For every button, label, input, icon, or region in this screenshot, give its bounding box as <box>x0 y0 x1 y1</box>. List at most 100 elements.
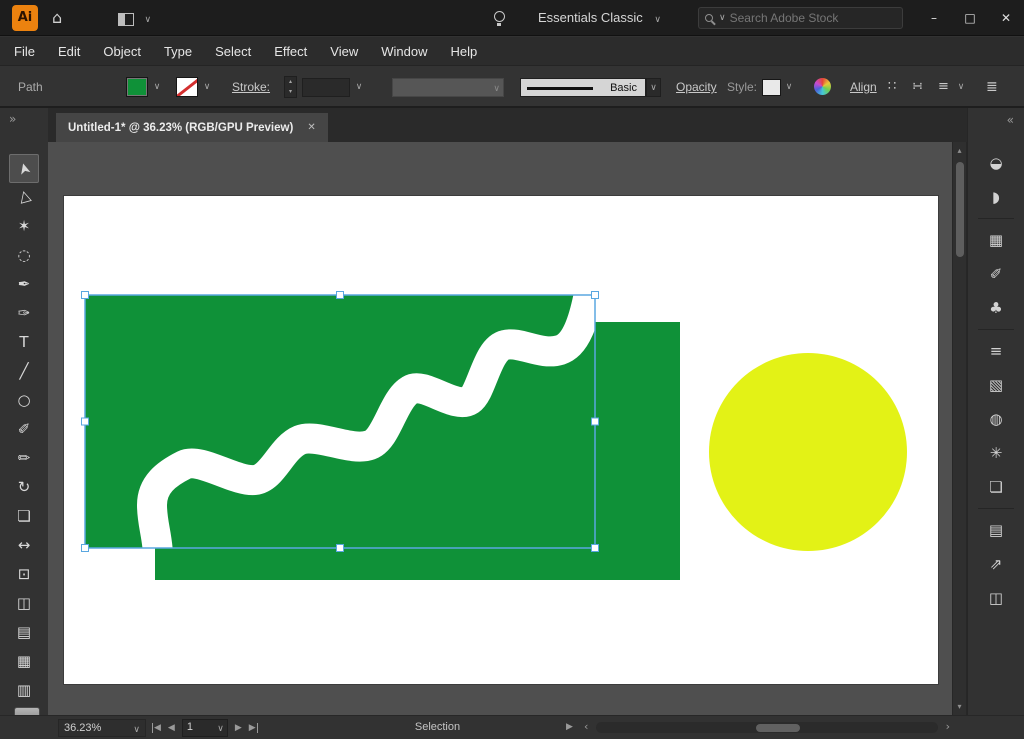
vertical-scrollbar[interactable]: ▴ ▾ <box>952 142 967 715</box>
selection-tool[interactable]: ➤ <box>9 154 39 183</box>
gradient-panel-icon[interactable]: ▧ <box>968 368 1024 402</box>
minimize-button[interactable]: – <box>916 0 952 36</box>
perspective-grid-tool[interactable]: ▤ <box>9 618 39 647</box>
stroke-chevron-icon[interactable]: ∨ <box>200 77 214 97</box>
toolbar-expand-control[interactable]: » <box>0 108 48 142</box>
arrange-documents-icon[interactable]: ∨ <box>118 11 151 29</box>
selection-handle[interactable] <box>82 418 89 425</box>
stroke-weight-stepper[interactable]: ▴ ▾ <box>284 76 297 98</box>
curvature-tool[interactable]: ✑ <box>9 299 39 328</box>
align-panel-link[interactable]: Align <box>850 80 877 94</box>
previous-artboard-icon[interactable]: ◀ <box>168 723 175 733</box>
mesh-tool[interactable]: ▦ <box>9 647 39 676</box>
graphic-styles-panel-icon[interactable]: ❏ <box>968 470 1024 504</box>
selection-handle[interactable] <box>82 545 89 552</box>
width-profile-dropdown[interactable]: ∨ <box>392 78 504 97</box>
menu-file[interactable]: File <box>14 44 48 59</box>
scroll-left-icon[interactable]: ‹ <box>584 720 588 733</box>
zoom-level-dropdown[interactable]: 36.23% ∨ <box>58 719 146 737</box>
menu-object[interactable]: Object <box>103 44 154 59</box>
close-button[interactable]: ✕ <box>988 0 1024 36</box>
vertical-scroll-thumb[interactable] <box>956 162 964 257</box>
width-tool[interactable]: ↔ <box>9 531 39 560</box>
search-input[interactable] <box>730 11 896 25</box>
align-objects-icon[interactable]: ∷ <box>888 79 896 94</box>
document-tab[interactable]: Untitled-1* @ 36.23% (RGB/GPU Preview) ✕ <box>56 113 328 142</box>
menu-edit[interactable]: Edit <box>58 44 93 59</box>
scale-tool[interactable]: ❏ <box>9 502 39 531</box>
pencil-tool[interactable]: ✏ <box>9 444 39 473</box>
maximize-button[interactable]: □ <box>952 0 988 36</box>
align-chevron-icon[interactable]: ∨ <box>954 77 968 97</box>
direct-selection-tool[interactable]: ▷ <box>9 183 39 212</box>
stroke-weight-field[interactable] <box>302 78 350 97</box>
recolor-artwork-icon[interactable] <box>814 78 831 95</box>
scroll-up-icon[interactable]: ▴ <box>953 146 966 155</box>
column-graph-tool[interactable]: ▥ <box>9 676 39 705</box>
fill-chevron-icon[interactable]: ∨ <box>150 77 164 97</box>
menu-select[interactable]: Select <box>215 44 264 59</box>
stepper-up-icon[interactable]: ▴ <box>289 78 292 85</box>
horizontal-scroll-track[interactable] <box>596 722 938 733</box>
panel-menu-icon[interactable]: ≣ <box>986 79 998 95</box>
last-artboard-icon[interactable]: ▶ <box>249 723 258 733</box>
layers-panel-icon[interactable]: ▤ <box>968 513 1024 547</box>
style-swatch[interactable] <box>762 79 781 96</box>
horizontal-scroll-thumb[interactable] <box>756 724 800 732</box>
workspace-switcher[interactable]: Essentials Classic ∨ <box>538 10 661 25</box>
paintbrush-tool[interactable]: ✐ <box>9 415 39 444</box>
rotate-tool[interactable]: ↻ <box>9 473 39 502</box>
next-artboard-icon[interactable]: ▶ <box>235 723 242 733</box>
selection-handle[interactable] <box>337 545 344 552</box>
stroke-color-swatch[interactable] <box>176 77 198 97</box>
selection-handle[interactable] <box>592 545 599 552</box>
color-panel-icon[interactable]: ◒ <box>968 146 1024 180</box>
menu-help[interactable]: Help <box>450 44 490 59</box>
collapse-dock-icon[interactable]: « <box>1007 113 1014 127</box>
line-segment-tool[interactable]: ╱ <box>9 357 39 386</box>
selection-handle[interactable] <box>337 292 344 299</box>
app-logo-icon[interactable]: Ai <box>12 5 38 31</box>
yellow-circle[interactable] <box>709 353 907 551</box>
properties-panel-icon[interactable]: ≡ <box>968 334 1024 368</box>
brush-definition-dropdown[interactable]: Basic <box>520 78 646 97</box>
brush-chevron-icon[interactable]: ∨ <box>646 78 661 97</box>
stock-search-box[interactable]: ∨ <box>698 7 903 29</box>
style-chevron-icon[interactable]: ∨ <box>782 77 796 97</box>
free-transform-tool[interactable]: ⊡ <box>9 560 39 589</box>
artboard-number-input[interactable] <box>183 720 211 734</box>
fill-color-swatch[interactable] <box>126 77 148 97</box>
menu-effect[interactable]: Effect <box>274 44 320 59</box>
tab-close-icon[interactable]: ✕ <box>307 122 315 133</box>
transparency-panel-icon[interactable]: ◍ <box>968 402 1024 436</box>
stroke-weight-chevron-icon[interactable]: ∨ <box>352 77 366 97</box>
pen-tool[interactable]: ✒ <box>9 270 39 299</box>
stepper-down-icon[interactable]: ▾ <box>289 88 292 95</box>
menu-type[interactable]: Type <box>164 44 205 59</box>
discover-lightbulb-icon[interactable] <box>494 11 505 22</box>
shape-builder-tool[interactable]: ◫ <box>9 589 39 618</box>
lasso-tool[interactable]: ◌ <box>9 241 39 270</box>
home-icon[interactable]: ⌂ <box>52 8 62 27</box>
scroll-down-icon[interactable]: ▾ <box>953 702 966 711</box>
canvas-pasteboard[interactable] <box>48 142 952 715</box>
selection-handle[interactable] <box>592 292 599 299</box>
selection-handle[interactable] <box>592 418 599 425</box>
horizontal-scrollbar[interactable]: ‹ › <box>584 718 950 737</box>
align-to-icon[interactable]: ≡ <box>938 79 949 94</box>
color-guide-panel-icon[interactable]: ◗ <box>968 180 1024 214</box>
ellipse-tool[interactable]: ○ <box>9 386 39 415</box>
symbols-panel-icon[interactable]: ♣ <box>968 291 1024 325</box>
artboard-number-field[interactable]: ∨ <box>182 719 228 737</box>
menu-window[interactable]: Window <box>381 44 440 59</box>
appearance-panel-icon[interactable]: ✳ <box>968 436 1024 470</box>
artboards-panel-icon[interactable]: ◫ <box>968 581 1024 615</box>
scroll-right-icon[interactable]: › <box>946 720 950 733</box>
status-menu-arrow-icon[interactable]: ▶ <box>566 722 573 732</box>
selection-handle[interactable] <box>82 292 89 299</box>
swatches-panel-icon[interactable]: ▦ <box>968 223 1024 257</box>
type-tool[interactable]: T <box>9 328 39 357</box>
menu-view[interactable]: View <box>330 44 371 59</box>
magic-wand-tool[interactable]: ✶ <box>9 212 39 241</box>
opacity-link[interactable]: Opacity <box>676 80 717 94</box>
